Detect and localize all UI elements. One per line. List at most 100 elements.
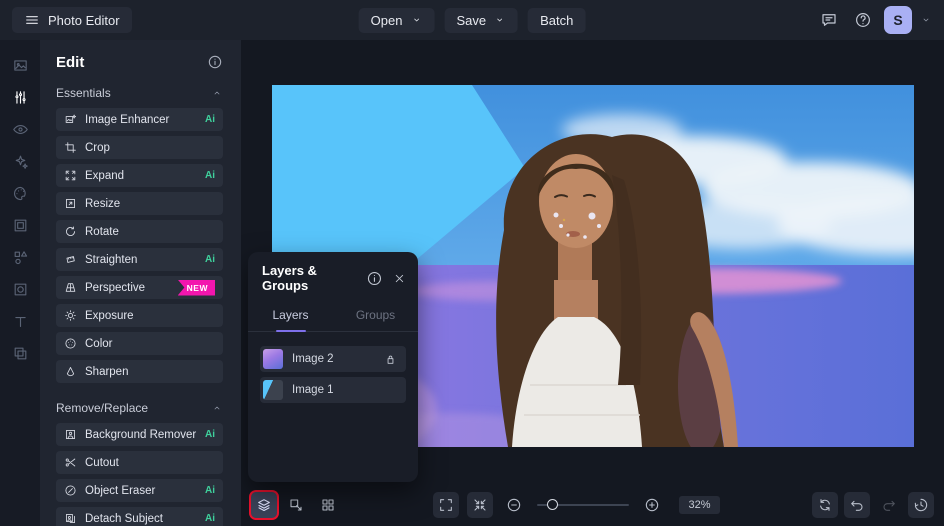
reset-button[interactable] <box>812 492 838 518</box>
feedback-button[interactable] <box>816 7 842 33</box>
tool-label: Detach Subject <box>85 513 163 525</box>
open-button[interactable]: Open <box>359 8 435 33</box>
tool-label: Expand <box>85 170 124 182</box>
ai-badge: Ai <box>205 114 215 125</box>
section-remove-replace[interactable]: Remove/Replace <box>56 397 223 419</box>
redo-icon <box>881 497 897 513</box>
file-actions: Open Save Batch <box>359 0 586 40</box>
photo-manager-icon <box>12 57 29 74</box>
sidebar-item-artsy[interactable] <box>7 180 34 207</box>
edit-tool-exposure[interactable]: Exposure <box>56 304 223 327</box>
exposure-icon <box>64 309 77 322</box>
edit-tool-resize[interactable]: Resize <box>56 192 223 215</box>
layers-tabs: Layers Groups <box>248 301 418 332</box>
overlays-icon <box>12 345 29 362</box>
tool-label: Resize <box>85 198 120 210</box>
perspective-icon <box>64 281 77 294</box>
history-button[interactable] <box>908 492 934 518</box>
sidebar-item-photo-manager[interactable] <box>7 52 34 79</box>
tab-layers[interactable]: Layers <box>248 301 333 331</box>
help-icon <box>854 11 872 29</box>
app-menu-button[interactable]: Photo Editor <box>12 7 132 33</box>
open-label: Open <box>371 13 403 28</box>
batch-label: Batch <box>540 13 573 28</box>
zoom-level-value[interactable]: 32% <box>679 496 719 514</box>
lock-icon[interactable] <box>384 353 397 366</box>
layers-icon <box>256 497 272 513</box>
tool-label: Object Eraser <box>85 485 155 497</box>
chat-icon <box>820 11 838 29</box>
user-avatar[interactable]: S <box>884 6 912 34</box>
refresh-icon <box>817 497 833 513</box>
straighten-icon <box>64 253 77 266</box>
edit-panel: Edit Essentials Image Enhancer Ai Crop E… <box>40 40 241 526</box>
page-title: Edit <box>56 54 84 71</box>
ai-badge: Ai <box>205 170 215 181</box>
fullscreen-button[interactable] <box>433 492 459 518</box>
close-icon[interactable] <box>393 272 406 285</box>
edit-tool-perspective[interactable]: Perspective NEW <box>56 276 223 299</box>
transform-icon <box>288 497 304 513</box>
edit-tool-image-enhancer[interactable]: Image Enhancer Ai <box>56 108 223 131</box>
layer-thumbnail <box>263 349 283 369</box>
edit-tool-expand[interactable]: Expand Ai <box>56 164 223 187</box>
layer-row-image-1[interactable]: Image 1 <box>260 377 406 403</box>
save-button[interactable]: Save <box>444 8 518 33</box>
edit-tool-detach-subject[interactable]: Detach Subject Ai <box>56 507 223 526</box>
detach-subject-icon <box>64 512 77 525</box>
tool-label: Perspective <box>85 282 145 294</box>
undo-button[interactable] <box>844 492 870 518</box>
layer-name: Image 2 <box>292 353 334 365</box>
account-chevron-icon[interactable] <box>920 14 932 26</box>
sidebar-item-overlays[interactable] <box>7 340 34 367</box>
chevron-up-icon <box>211 87 223 99</box>
help-button[interactable] <box>850 7 876 33</box>
info-icon[interactable] <box>207 54 223 70</box>
tool-rail <box>0 40 40 526</box>
image-enhancer-icon <box>64 113 77 126</box>
redo-button[interactable] <box>876 492 902 518</box>
object-eraser-icon <box>64 484 77 497</box>
sidebar-item-frames[interactable] <box>7 212 34 239</box>
tool-label: Cutout <box>85 457 119 469</box>
edit-tool-object-eraser[interactable]: Object Eraser Ai <box>56 479 223 502</box>
batch-button[interactable]: Batch <box>528 8 585 33</box>
edit-tool-color[interactable]: Color <box>56 332 223 355</box>
top-bar: Photo Editor Open Save Batch S <box>0 0 944 40</box>
edit-tool-cutout[interactable]: Cutout <box>56 451 223 474</box>
sidebar-item-adjustments[interactable] <box>7 84 34 111</box>
sidebar-item-graphics[interactable] <box>7 244 34 271</box>
edit-tool-rotate[interactable]: Rotate <box>56 220 223 243</box>
section-essentials[interactable]: Essentials <box>56 82 223 104</box>
sidebar-item-textures[interactable] <box>7 276 34 303</box>
fit-to-screen-button[interactable] <box>467 492 493 518</box>
resize-icon <box>64 197 77 210</box>
sidebar-item-effects[interactable] <box>7 148 34 175</box>
new-badge: NEW <box>178 280 215 296</box>
zoom-slider[interactable] <box>537 499 629 511</box>
layers-panel: Layers & Groups Layers Groups Image 2 <box>248 252 418 482</box>
layers-button[interactable] <box>251 492 277 518</box>
edit-tool-background-remover[interactable]: Background Remover Ai <box>56 423 223 446</box>
tool-label: Exposure <box>85 310 134 322</box>
zoom-slider-knob[interactable] <box>547 499 558 510</box>
edit-tool-straighten[interactable]: Straighten Ai <box>56 248 223 271</box>
layer-row-image-2[interactable]: Image 2 <box>260 346 406 372</box>
sidebar-item-text[interactable] <box>7 308 34 335</box>
zoom-out-button[interactable] <box>501 492 527 518</box>
zoom-in-button[interactable] <box>639 492 665 518</box>
sidebar-item-touch-up[interactable] <box>7 116 34 143</box>
edit-tool-sharpen[interactable]: Sharpen <box>56 360 223 383</box>
bottom-toolbar: 32% <box>241 488 944 526</box>
templates-button[interactable] <box>315 492 341 518</box>
ai-badge: Ai <box>205 254 215 265</box>
ai-badge: Ai <box>205 429 215 440</box>
tool-label: Color <box>85 338 112 350</box>
tab-groups[interactable]: Groups <box>333 301 418 331</box>
layer-thumbnail <box>263 380 283 400</box>
transform-button[interactable] <box>283 492 309 518</box>
edit-tool-crop[interactable]: Crop <box>56 136 223 159</box>
info-icon[interactable] <box>366 270 383 287</box>
fullscreen-icon <box>438 497 454 513</box>
color-icon <box>64 337 77 350</box>
